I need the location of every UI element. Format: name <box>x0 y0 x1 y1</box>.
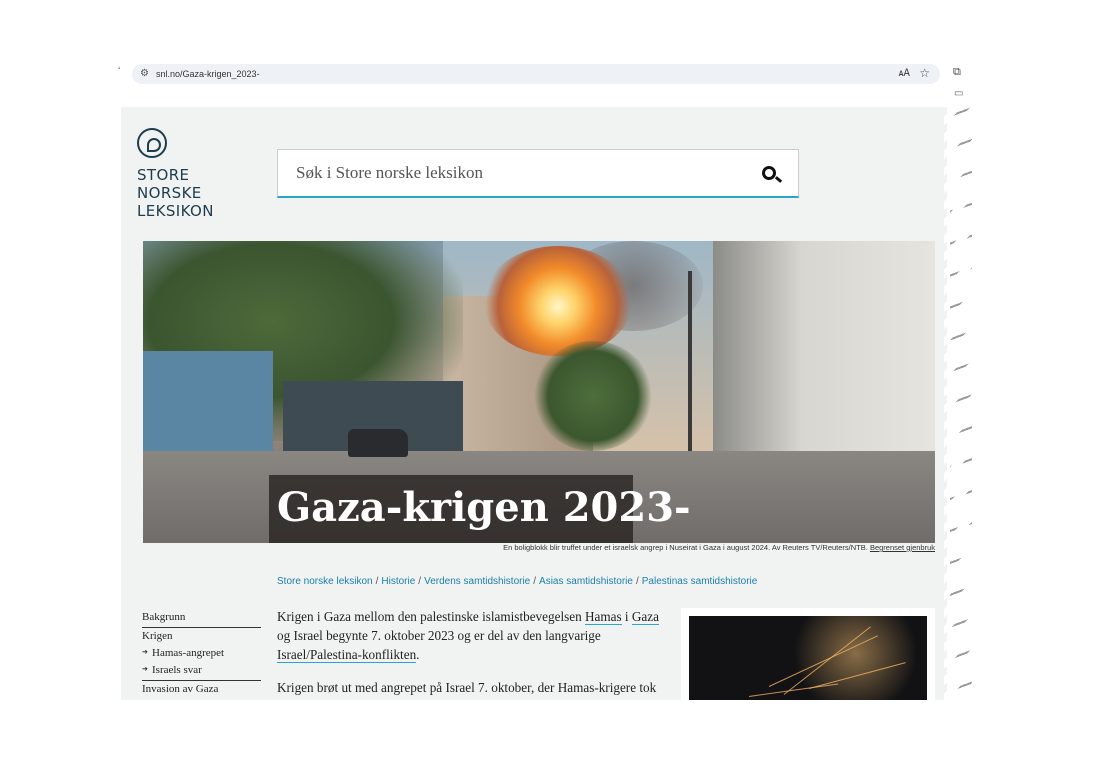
logo-bird-icon <box>137 128 167 158</box>
logo-line-3: LEKSIKON <box>137 202 214 220</box>
breadcrumb-item[interactable]: Verdens samtidshistorie <box>424 576 530 587</box>
page-title: Gaza-krigen 2023- <box>277 484 691 531</box>
link-hamas[interactable]: Hamas <box>585 609 622 625</box>
breadcrumb-item[interactable]: Palestinas samtidshistorie <box>642 576 758 587</box>
breadcrumb-item[interactable]: Asias samtidshistorie <box>539 576 633 587</box>
hero-lamp-pole <box>688 271 692 461</box>
logo-line-2: NORSKE <box>137 184 202 202</box>
torn-edge-right <box>944 100 974 712</box>
toc-item-invasion[interactable]: Invasion av Gaza <box>142 681 261 698</box>
toc-item-bakgrunn[interactable]: Bakgrunn <box>142 609 261 628</box>
toc-item-israels-svar[interactable]: Israels svar <box>142 662 261 681</box>
logo-line-1: STORE <box>137 166 190 184</box>
link-israel-palestina[interactable]: Israel/Palestina-konflikten <box>277 647 417 663</box>
translate-icon[interactable]: 🗚 <box>899 67 910 81</box>
url-text[interactable]: snl.no/Gaza-krigen_2023- <box>156 67 260 81</box>
breadcrumb-item[interactable]: Store norske leksikon <box>277 576 373 587</box>
logo-wordmark: STORE NORSKE LEKSIKON <box>137 166 214 220</box>
hero-blue-doors <box>143 351 273 461</box>
address-bar[interactable]: ⚙ snl.no/Gaza-krigen_2023- 🗚 ☆ <box>132 64 940 84</box>
hero-building-right <box>713 241 935 461</box>
breadcrumb-item[interactable]: Historie <box>381 576 415 587</box>
image-caption: En boligblokk blir truffet under et isra… <box>503 543 935 552</box>
browser-chrome: ʻ ⚙ snl.no/Gaza-krigen_2023- 🗚 ☆ ⧉ ▭ <box>118 62 972 106</box>
article-paragraph: Krigen i Gaza mellom den palestinske isl… <box>277 607 667 664</box>
page-content: STORE NORSKE LEKSIKON Gaza-krigen 2023- … <box>121 107 947 709</box>
license-link[interactable]: Begrenset gjenbruk <box>870 543 935 552</box>
extensions-icon[interactable]: ⧉ <box>953 66 961 79</box>
reload-icon[interactable]: ʻ <box>118 66 120 77</box>
article-body: Krigen i Gaza mellom den palestinske isl… <box>277 607 667 709</box>
hero-tree <box>533 341 653 451</box>
text-run: Krigen i Gaza mellom den palestinske isl… <box>277 609 585 624</box>
article-paragraph: Krigen brøt ut med angrepet på Israel 7.… <box>277 680 657 695</box>
site-logo[interactable]: STORE NORSKE LEKSIKON <box>137 128 214 220</box>
hero-explosion <box>483 246 633 356</box>
table-of-contents: Bakgrunn Krigen Hamas-angrepet Israels s… <box>142 609 261 698</box>
caption-text: En boligblokk blir truffet under et isra… <box>503 543 868 552</box>
bookmark-star-icon[interactable]: ☆ <box>919 66 930 81</box>
toc-item-krigen[interactable]: Krigen <box>142 628 261 645</box>
search-icon[interactable] <box>762 166 776 180</box>
figure-image-night-sky[interactable] <box>689 616 927 709</box>
text-run: . <box>416 647 420 662</box>
text-run: i <box>621 609 632 624</box>
hero-image: Gaza-krigen 2023- <box>143 241 935 543</box>
site-settings-icon[interactable]: ⚙ <box>140 68 152 80</box>
breadcrumb: Store norske leksikon / Historie / Verdens s… <box>277 576 758 587</box>
link-gaza[interactable]: Gaza <box>631 609 659 625</box>
search-box <box>277 149 799 198</box>
torn-edge-bottom <box>118 700 974 716</box>
figure-trace <box>768 635 878 687</box>
toc-item-hamas-angrepet[interactable]: Hamas-angrepet <box>142 645 261 662</box>
side-panel-icon[interactable]: ▭ <box>954 88 963 99</box>
hero-car <box>348 429 408 457</box>
search-input[interactable] <box>294 162 738 184</box>
article-figure[interactable] <box>681 608 935 709</box>
text-run: og Israel begynte 7. oktober 2023 og er … <box>277 628 601 643</box>
